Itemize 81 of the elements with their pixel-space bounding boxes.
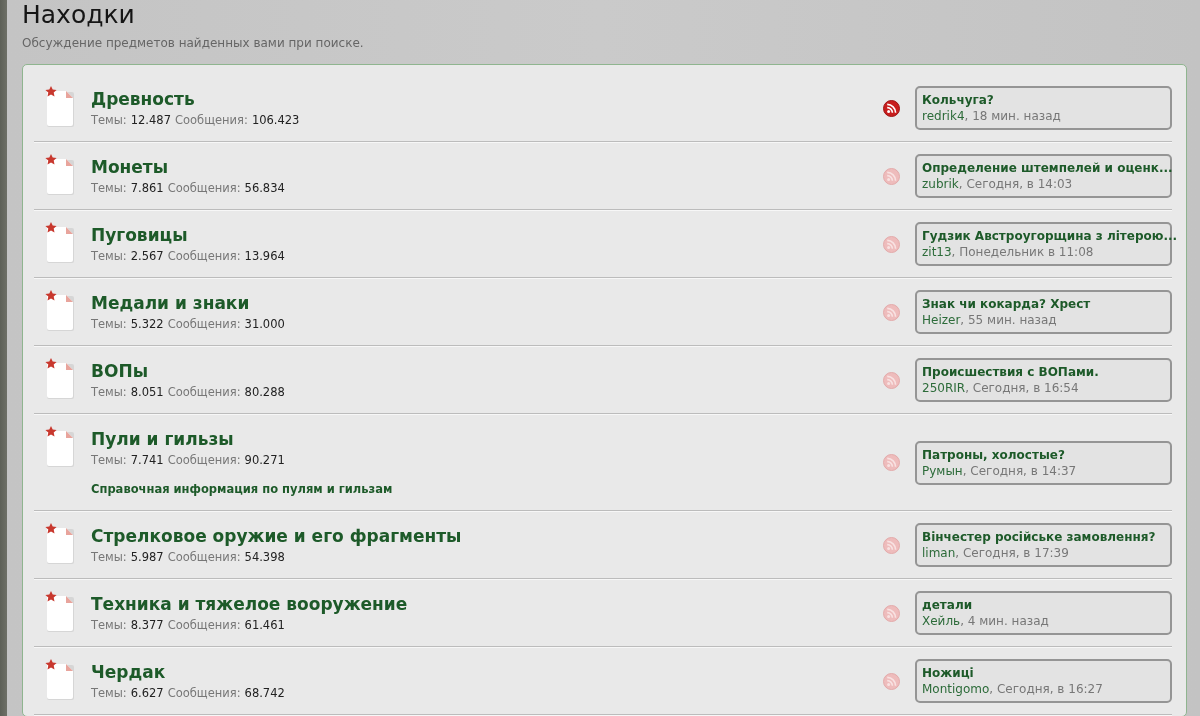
stat-value: 8.377: [130, 617, 164, 634]
stat-value: 13.964: [244, 248, 285, 265]
forum-title-link[interactable]: ВОПы: [91, 359, 148, 383]
last-post-title-link[interactable]: Кольчуга?: [922, 92, 994, 108]
forum-title-link[interactable]: Медали и знаки: [91, 291, 250, 315]
post-time: , 55 мин. назад: [960, 312, 1057, 328]
author-link[interactable]: Румын: [922, 462, 963, 479]
stat-value: 7.861: [130, 180, 164, 197]
stat-label: Темы:: [91, 384, 127, 401]
stat-value: 8.051: [130, 384, 164, 401]
document-star-icon: [44, 86, 76, 128]
document-star-icon: [44, 290, 76, 332]
author-link[interactable]: zit13: [922, 244, 952, 260]
page-title: Находки: [22, 0, 136, 30]
document-star-icon: [44, 358, 76, 400]
post-time: , 4 мин. назад: [960, 613, 1049, 629]
forum-title-link[interactable]: Стрелковое оружие и его фрагменты: [91, 524, 462, 548]
stat-label: Сообщения:: [167, 316, 241, 333]
forum-title-link[interactable]: Пули и гильзы: [91, 427, 234, 451]
stat-label: Темы:: [91, 316, 127, 333]
stat-label: Сообщения:: [167, 384, 241, 401]
forum-title-link[interactable]: Техника и тяжелое вооружение: [91, 592, 408, 616]
subforum-link[interactable]: Справочная информация по пулям и гильзам: [91, 479, 393, 499]
forum-title-link[interactable]: Древность: [91, 87, 195, 111]
stat-label: Темы:: [91, 112, 127, 129]
stat-label: Темы:: [91, 549, 127, 566]
stat-label: Темы:: [91, 452, 127, 469]
post-time: , Сегодня, в 14:37: [962, 462, 1077, 479]
stat-value: 106.423: [251, 112, 300, 129]
post-time: , Сегодня, в 16:27: [989, 681, 1103, 697]
stat-value: 61.461: [244, 617, 285, 634]
stat-label: Темы:: [91, 180, 127, 197]
last-post-title-link[interactable]: детали: [922, 597, 973, 613]
author-link[interactable]: zubrik: [922, 176, 959, 192]
document-star-icon: [44, 426, 76, 468]
forum-title-link[interactable]: Монеты: [91, 155, 169, 179]
stat-label: Сообщения:: [175, 112, 248, 129]
stat-value: 90.271: [244, 452, 285, 469]
document-star-icon: [44, 154, 76, 196]
stat-label: Темы:: [91, 685, 127, 702]
document-star-icon: [44, 523, 76, 565]
stat-label: Сообщения:: [167, 248, 241, 265]
post-time: , Понедельник в 11:08: [951, 244, 1094, 260]
document-star-icon: [44, 222, 76, 264]
stat-value: 5.987: [130, 549, 164, 566]
rss-feed-icon[interactable]: [883, 99, 900, 117]
stat-value: 6.627: [130, 685, 164, 702]
stat-label: Сообщения:: [167, 452, 241, 469]
stat-value: 2.567: [130, 248, 164, 265]
last-post-title-link[interactable]: Гудзик Австроугорщина з літерою...: [922, 228, 1178, 244]
stat-value: 56.834: [244, 180, 285, 197]
stat-value: 7.741: [130, 452, 164, 469]
last-post-title-link[interactable]: Патроны, холостые?: [922, 446, 1065, 463]
stat-value: 54.398: [244, 549, 285, 566]
stat-label: Темы:: [91, 248, 127, 265]
forum-title-link[interactable]: Чердак: [91, 660, 166, 684]
last-post-title-link[interactable]: Определение штемпелей и оценк...: [922, 160, 1173, 176]
page-description: Обсуждение предметов найденных вами при поиске.: [22, 35, 365, 51]
post-time: , Сегодня, в 14:03: [958, 176, 1073, 192]
last-post-title-link[interactable]: Вінчестер російське замовлення?: [922, 529, 1156, 545]
stat-value: 5.322: [130, 316, 164, 333]
document-star-icon: [44, 659, 76, 701]
author-link[interactable]: Heizer: [922, 312, 961, 328]
stat-value: 80.288: [244, 384, 285, 401]
stat-label: Сообщения:: [167, 617, 241, 634]
last-post-title-link[interactable]: Происшествия с ВОПами.: [922, 364, 1099, 380]
stat-label: Темы:: [91, 617, 127, 634]
post-time: , Сегодня, в 17:39: [955, 545, 1069, 561]
stat-value: 12.487: [130, 112, 171, 129]
stat-label: Сообщения:: [167, 685, 241, 702]
stat-label: Сообщения:: [167, 180, 241, 197]
post-time: , Сегодня, в 16:54: [965, 380, 1079, 396]
stat-value: 31.000: [244, 316, 285, 333]
document-star-icon: [44, 591, 76, 633]
stat-value: 68.742: [244, 685, 285, 702]
post-time: , 18 мин. назад: [964, 108, 1061, 124]
forum-title-link[interactable]: Пуговицы: [91, 223, 188, 247]
stat-label: Сообщения:: [167, 549, 241, 566]
last-post-title-link[interactable]: Знак чи кокарда? Хрест: [922, 296, 1091, 312]
author-link[interactable]: redrik4: [922, 108, 965, 124]
last-post-title-link[interactable]: Ножиці: [922, 665, 974, 681]
